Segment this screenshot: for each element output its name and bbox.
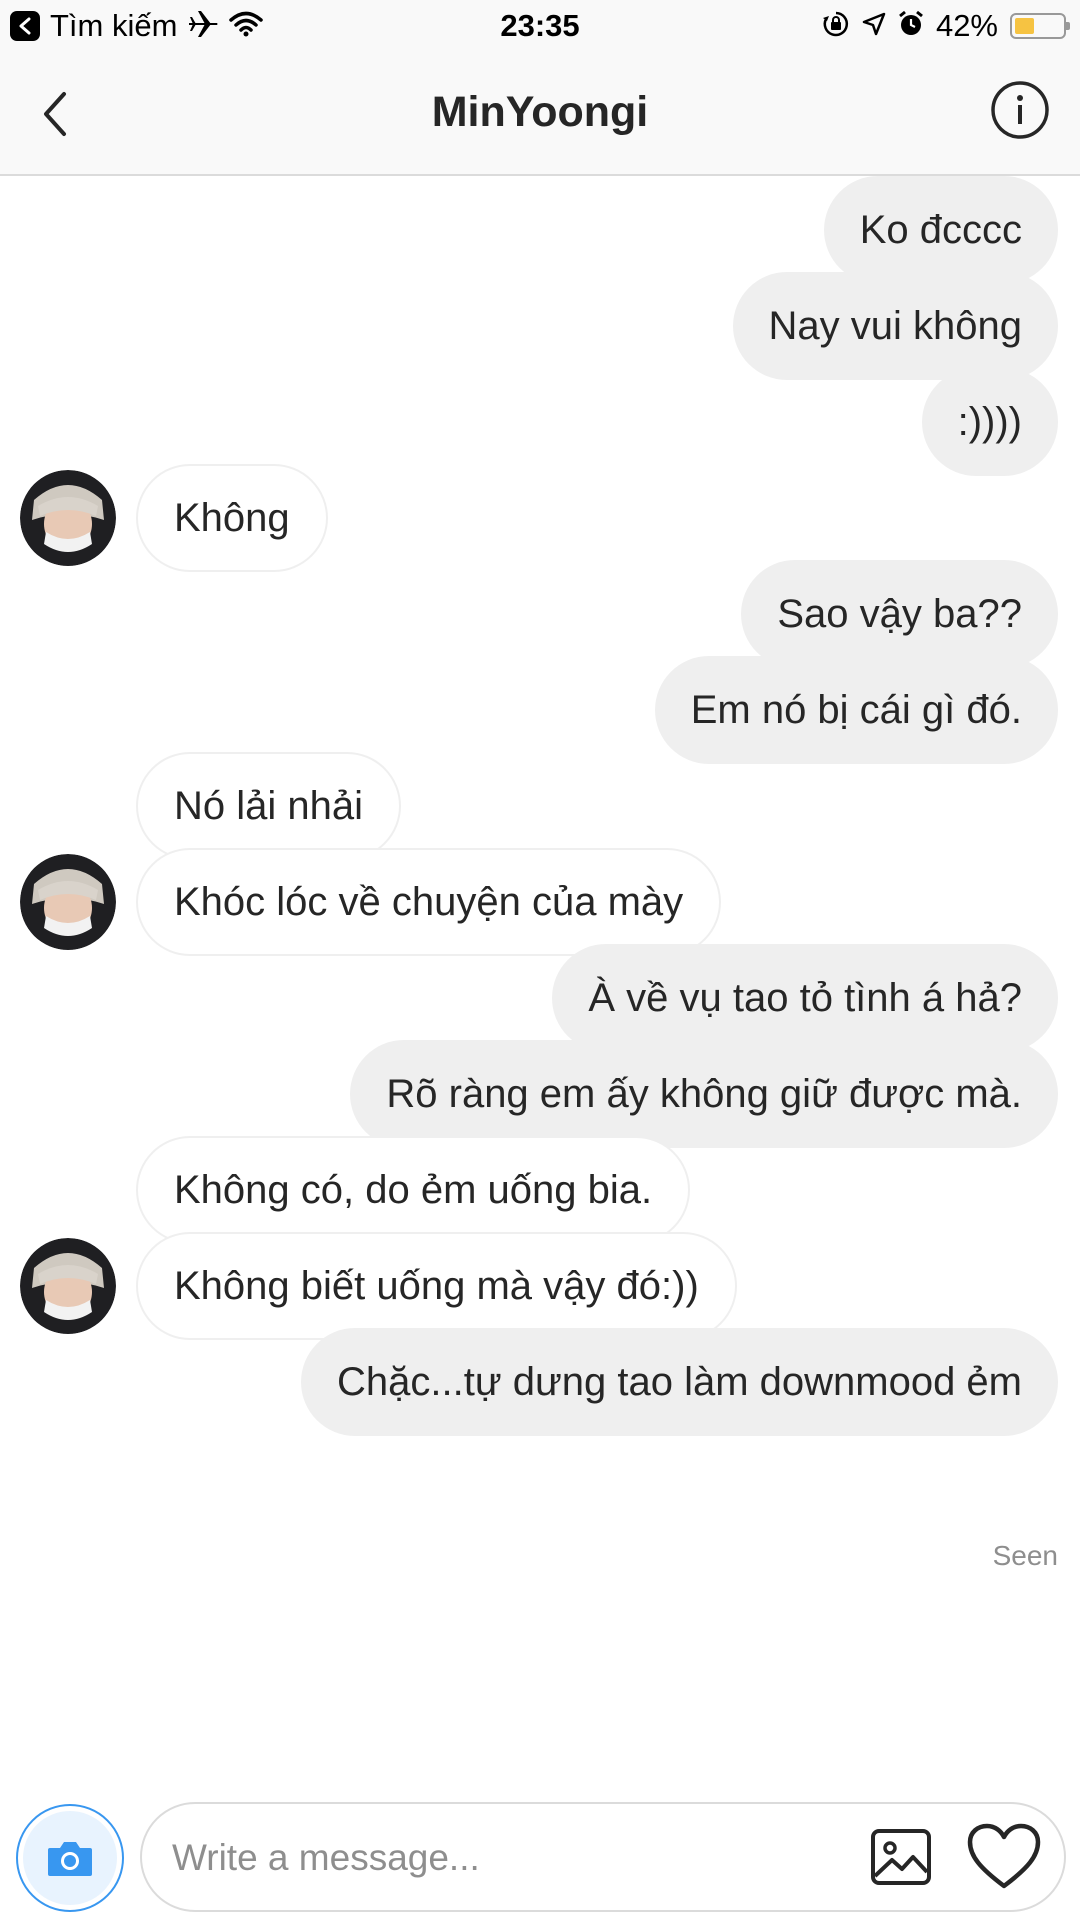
message-thread[interactable]: Ko đcccc Nay vui không:)))) Không Sao vậy b…: [0, 176, 1080, 1776]
outgoing-message[interactable]: :)))): [921, 368, 1058, 476]
outgoing-message[interactable]: Chặc...tự dưng tao làm downmood ẻm: [301, 1328, 1058, 1436]
gallery-button[interactable]: [868, 1824, 934, 1890]
avatar[interactable]: [20, 470, 116, 566]
camera-icon-bg: [23, 1811, 117, 1905]
message-bubble-text: Ko đcccc: [823, 176, 1058, 284]
outgoing-message[interactable]: Sao vậy ba??: [741, 560, 1058, 668]
message-bubble-text: Không biết uống mà vậy đó:)): [136, 1232, 737, 1340]
camera-icon: [48, 1842, 92, 1876]
message-bubble-text: Khóc lóc về chuyện của mày: [136, 848, 722, 956]
message-bubble-text: :)))): [921, 368, 1058, 476]
avatar[interactable]: [20, 854, 116, 950]
status-right: 42%: [822, 8, 1070, 44]
camera-button[interactable]: [16, 1804, 124, 1912]
avatar[interactable]: [20, 1238, 116, 1334]
outgoing-message[interactable]: À về vụ tao tỏ tình á hả?: [552, 944, 1058, 1052]
outgoing-message[interactable]: Rõ ràng em ấy không giữ được mà.: [350, 1040, 1058, 1148]
message-bubble-text: Em nó bị cái gì đó.: [654, 656, 1058, 764]
message-bubble-text: Sao vậy ba??: [741, 560, 1058, 668]
outgoing-message[interactable]: Ko đcccc: [823, 176, 1058, 284]
orientation-lock-icon: [822, 10, 850, 43]
seen-indicator: Seen: [992, 1540, 1058, 1571]
message-composer: [0, 1790, 1080, 1920]
battery-icon: [1010, 13, 1070, 39]
message-bubble-text: Rõ ràng em ấy không giữ được mà.: [350, 1040, 1058, 1148]
battery-cap: [1066, 22, 1070, 30]
incoming-message[interactable]: Không: [136, 464, 328, 572]
message-bubble-text: Không: [136, 464, 328, 572]
message-input-wrapper: [140, 1802, 1066, 1912]
conversation-header: MinYoongi: [0, 54, 1080, 176]
outgoing-message[interactable]: Em nó bị cái gì đó.: [654, 656, 1058, 764]
message-input[interactable]: [170, 1804, 854, 1912]
like-button[interactable]: [966, 1822, 1042, 1892]
status-bar: Tìm kiếm 23:35 42%: [0, 0, 1080, 54]
outgoing-message[interactable]: Nay vui không: [732, 272, 1058, 380]
message-bubble-text: Nay vui không: [732, 272, 1058, 380]
alarm-icon: [898, 10, 924, 43]
message-bubble-text: Nó lải nhải: [136, 752, 402, 860]
battery-percent: 42%: [935, 8, 998, 43]
message-bubble-text: Chặc...tự dưng tao làm downmood ẻm: [301, 1328, 1058, 1436]
incoming-message[interactable]: Nó lải nhải: [136, 752, 402, 860]
incoming-message[interactable]: Không biết uống mà vậy đó:)): [136, 1232, 737, 1340]
incoming-message[interactable]: Khóc lóc về chuyện của mày: [136, 848, 722, 956]
info-button[interactable]: [988, 78, 1052, 142]
message-bubble-text: Không có, do ẻm uống bia.: [136, 1136, 691, 1244]
location-icon: [862, 12, 886, 41]
message-bubble-text: À về vụ tao tỏ tình á hả?: [552, 944, 1058, 1052]
battery-fill: [1015, 18, 1034, 34]
heart-icon: [967, 1823, 1041, 1889]
info-icon: [991, 81, 1049, 139]
dm-screen: Tìm kiếm 23:35 42% MinYoongi Ko đcccc Na…: [0, 0, 1080, 1920]
gallery-icon: [871, 1829, 931, 1885]
incoming-message[interactable]: Không có, do ẻm uống bia.: [136, 1136, 691, 1244]
conversation-title[interactable]: MinYoongi: [0, 88, 1080, 137]
